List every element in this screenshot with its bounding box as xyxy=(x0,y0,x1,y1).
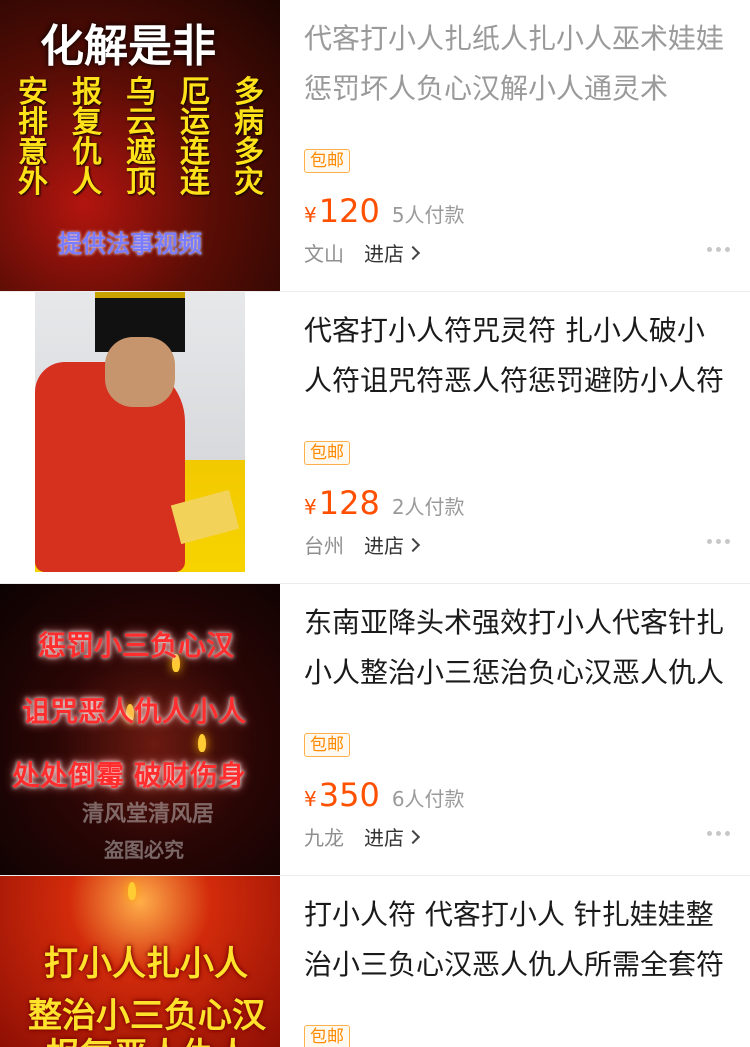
product-title[interactable]: 打小人符 代客打小人 针扎娃娃整 治小三负心汉恶人仇人所需全套符 xyxy=(304,890,734,990)
price: 128 xyxy=(318,484,380,522)
price-row: ¥ 350 6人付款 xyxy=(304,776,465,814)
chevron-right-icon xyxy=(405,245,421,260)
product-thumbnail[interactable]: 化解是非 安排意外 报复仇人 乌云遮顶 厄运连连 多病多灾 提供法事视频 xyxy=(0,0,280,291)
product-info: 代客打小人符咒灵符 扎小人破小 人符诅咒符恶人符惩罚避防小人符 包邮 ¥ 128… xyxy=(280,292,750,583)
thumb-column: 报复仇人 xyxy=(72,75,102,200)
thumb-line: 处处倒霉 破财伤身 xyxy=(12,759,246,792)
thumb-columns: 安排意外 报复仇人 乌云遮顶 厄运连连 多病多灾 xyxy=(18,78,264,198)
location: 文山 xyxy=(304,242,344,266)
thumb-line: 打小人扎小人 xyxy=(44,944,248,984)
currency-symbol: ¥ xyxy=(304,495,317,519)
thumb-line: 诅咒恶人仇人小人 xyxy=(22,695,247,728)
watermark: 盗图必究 xyxy=(104,838,184,862)
location-row: 台州 进店 xyxy=(304,530,421,559)
buyer-count: 5人付款 xyxy=(391,203,465,227)
thumb-line: 惩罚小三负心汉 xyxy=(38,629,235,662)
product-title[interactable]: 东南亚降头术强效打小人代客针扎 小人整治小三惩治负心汉恶人仇人 xyxy=(304,598,734,698)
currency-symbol: ¥ xyxy=(304,787,317,811)
candle-flame xyxy=(198,734,206,752)
free-shipping-badge: 包邮 xyxy=(304,1025,350,1047)
product-info: 代客打小人扎纸人扎小人巫术娃娃 惩罚坏人负心汉解小人通灵术 包邮 ¥ 120 5… xyxy=(280,0,750,291)
buyer-count: 6人付款 xyxy=(391,787,465,811)
enter-store-link[interactable]: 进店 xyxy=(364,822,421,851)
product-info: 打小人符 代客打小人 针扎娃娃整 治小三负心汉恶人仇人所需全套符 包邮 xyxy=(280,876,750,1047)
currency-symbol: ¥ xyxy=(304,203,317,227)
more-dots-icon[interactable] xyxy=(707,247,730,252)
more-dots-icon[interactable] xyxy=(707,831,730,836)
product-thumbnail[interactable] xyxy=(0,292,280,583)
chevron-right-icon xyxy=(405,537,421,552)
thumb-footer: 提供法事视频 xyxy=(58,229,202,258)
location: 台州 xyxy=(304,534,344,558)
price-row: ¥ 128 2人付款 xyxy=(304,484,465,522)
product-card[interactable]: 化解是非 安排意外 报复仇人 乌云遮顶 厄运连连 多病多灾 提供法事视频 代客打… xyxy=(0,0,750,292)
price: 350 xyxy=(318,776,380,814)
product-info: 东南亚降头术强效打小人代客针扎 小人整治小三惩治负心汉恶人仇人 包邮 ¥ 350… xyxy=(280,584,750,875)
buyer-count: 2人付款 xyxy=(391,495,465,519)
product-thumbnail[interactable]: 打小人扎小人 整治小三负心汉 报复恶人仇人 xyxy=(0,876,280,1047)
enter-store-link[interactable]: 进店 xyxy=(364,530,421,559)
product-title[interactable]: 代客打小人扎纸人扎小人巫术娃娃 惩罚坏人负心汉解小人通灵术 xyxy=(304,14,734,114)
price-row: ¥ 120 5人付款 xyxy=(304,192,465,230)
thumb-column: 安排意外 xyxy=(18,75,48,200)
priest-photo xyxy=(35,292,245,572)
more-dots-icon[interactable] xyxy=(707,539,730,544)
free-shipping-badge: 包邮 xyxy=(304,441,350,465)
location: 九龙 xyxy=(304,826,344,850)
free-shipping-badge: 包邮 xyxy=(304,149,350,173)
thumb-column: 多病多灾 xyxy=(234,75,264,200)
thumb-column: 厄运连连 xyxy=(180,75,210,200)
product-list: 化解是非 安排意外 报复仇人 乌云遮顶 厄运连连 多病多灾 提供法事视频 代客打… xyxy=(0,0,750,1047)
product-thumbnail[interactable]: 惩罚小三负心汉 诅咒恶人仇人小人 处处倒霉 破财伤身 清风堂清风居 盗图必究 xyxy=(0,584,280,875)
location-row: 九龙 进店 xyxy=(304,822,421,851)
watermark: 清风堂清风居 xyxy=(82,801,215,827)
thumb-line: 报复恶人仇人 xyxy=(46,1028,250,1047)
product-card[interactable]: 打小人扎小人 整治小三负心汉 报复恶人仇人 打小人符 代客打小人 针扎娃娃整 治… xyxy=(0,876,750,1047)
thumb-column: 乌云遮顶 xyxy=(126,75,156,200)
price: 120 xyxy=(318,192,380,230)
face-shape xyxy=(105,337,175,407)
candle-flame xyxy=(128,882,136,900)
free-shipping-badge: 包邮 xyxy=(304,733,350,757)
enter-store-link[interactable]: 进店 xyxy=(364,238,421,267)
thumb-headline: 化解是非 xyxy=(40,21,216,72)
location-row: 文山 进店 xyxy=(304,238,421,267)
product-card[interactable]: 代客打小人符咒灵符 扎小人破小 人符诅咒符恶人符惩罚避防小人符 包邮 ¥ 128… xyxy=(0,292,750,584)
product-card[interactable]: 惩罚小三负心汉 诅咒恶人仇人小人 处处倒霉 破财伤身 清风堂清风居 盗图必究 东… xyxy=(0,584,750,876)
chevron-right-icon xyxy=(405,829,421,844)
product-title[interactable]: 代客打小人符咒灵符 扎小人破小 人符诅咒符恶人符惩罚避防小人符 xyxy=(304,306,734,406)
